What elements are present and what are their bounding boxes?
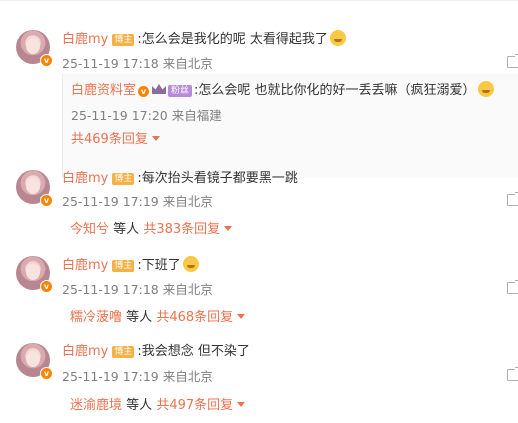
chevron-down-icon[interactable] — [224, 226, 233, 231]
replier-name[interactable]: 今知兮 — [70, 222, 109, 237]
share-icon[interactable] — [507, 192, 518, 206]
comment-meta: 25-11-19 17:19 来自北京 — [62, 191, 213, 210]
more-replies-link[interactable]: 共469条回复 — [71, 131, 160, 149]
replier-name[interactable]: 迷渝鹿境 — [70, 398, 122, 413]
reply-text: :怎么会呢 也就比你化的好一丢丢嘛（疯狂溺爱） — [194, 83, 476, 98]
comment-time: 25-11-19 17:19 — [62, 369, 159, 384]
more-replies-label[interactable]: 共383条回复 — [143, 222, 220, 237]
wave-emoji-icon — [182, 256, 199, 272]
comment-headline: 白鹿my 博主:怎么会是我化的呢 太看得起我了 — [62, 30, 346, 49]
comment-location: 来自北京 — [162, 282, 213, 297]
more-replies-label[interactable]: 共468条回复 — [156, 310, 233, 325]
verified-icon: v — [40, 54, 53, 67]
chevron-down-icon — [151, 136, 160, 141]
replier-name[interactable]: 糯冷菠噜 — [70, 310, 122, 325]
comment-time: 25-11-19 17:18 — [62, 282, 159, 297]
verified-icon: v — [40, 367, 53, 380]
replies-summary: 糯冷菠噜 等人 共468条回复 — [70, 306, 246, 325]
comment-text: :怎么会是我化的呢 太看得起我了 — [137, 32, 328, 47]
comment-meta: 25-11-19 17:18 来自北京 — [62, 279, 213, 298]
reply-time: 25-11-19 17:20 — [71, 108, 168, 123]
comment-headline: 白鹿my 博主:每次抬头看镜子都要黑一跳 — [62, 170, 298, 188]
reply-author-name[interactable]: 白鹿资料室 — [71, 83, 136, 98]
verified-icon: v — [40, 194, 53, 207]
crown-icon — [152, 84, 167, 94]
hug-emoji-icon — [477, 81, 494, 97]
reply-meta: 25-11-19 17:20 来自福建 — [71, 105, 222, 124]
more-replies-label[interactable]: 共469条回复 — [71, 132, 148, 147]
smile-emoji-icon — [329, 30, 346, 46]
share-icon[interactable] — [507, 280, 518, 294]
comment-text: :我会想念 但不染了 — [137, 344, 250, 359]
commenter-name[interactable]: 白鹿my — [62, 258, 108, 273]
author-tag: 博主 — [112, 346, 135, 358]
comment-time: 25-11-19 17:18 — [62, 56, 159, 71]
share-icon[interactable] — [507, 367, 518, 381]
reply-box: 白鹿资料室 v 粉丝:怎么会呢 也就比你化的好一丢丢嘛（疯狂溺爱） 25-11-19… — [62, 74, 518, 178]
comment-headline: 白鹿my 博主:我会想念 但不染了 — [62, 343, 250, 361]
chevron-down-icon[interactable] — [237, 402, 246, 407]
comment-location: 来自北京 — [162, 56, 213, 71]
verified-icon: v — [138, 86, 150, 97]
comment-text: :下班了 — [137, 258, 181, 273]
author-tag: 博主 — [112, 34, 135, 46]
etc-label: 等人 — [126, 310, 153, 325]
fan-tag: 粉丝 — [168, 85, 193, 97]
comment-meta: 25-11-19 17:19 来自北京 — [62, 366, 213, 385]
top-divider — [0, 0, 518, 5]
comment-location: 来自北京 — [162, 194, 213, 209]
chevron-down-icon[interactable] — [237, 314, 246, 319]
author-tag: 博主 — [112, 173, 135, 185]
author-tag: 博主 — [112, 260, 135, 272]
commenter-name[interactable]: 白鹿my — [62, 344, 108, 359]
etc-label: 等人 — [113, 222, 140, 237]
verified-icon: v — [40, 280, 53, 293]
etc-label: 等人 — [126, 398, 153, 413]
reply-location: 来自福建 — [171, 108, 222, 123]
comment-time: 25-11-19 17:19 — [62, 194, 159, 209]
comment-location: 来自北京 — [162, 369, 213, 384]
comment-text: :每次抬头看镜子都要黑一跳 — [137, 171, 298, 186]
more-replies-label[interactable]: 共497条回复 — [156, 398, 233, 413]
reply-headline: 白鹿资料室 v 粉丝:怎么会呢 也就比你化的好一丢丢嘛（疯狂溺爱） — [71, 81, 494, 100]
share-icon[interactable] — [507, 54, 518, 68]
commenter-name[interactable]: 白鹿my — [62, 171, 108, 186]
comment-headline: 白鹿my 博主:下班了 — [62, 256, 199, 275]
comment-meta: 25-11-19 17:18 来自北京 — [62, 53, 213, 72]
commenter-name[interactable]: 白鹿my — [62, 32, 108, 47]
replies-summary: 迷渝鹿境 等人 共497条回复 — [70, 394, 246, 413]
replies-summary: 今知兮 等人 共383条回复 — [70, 218, 233, 237]
